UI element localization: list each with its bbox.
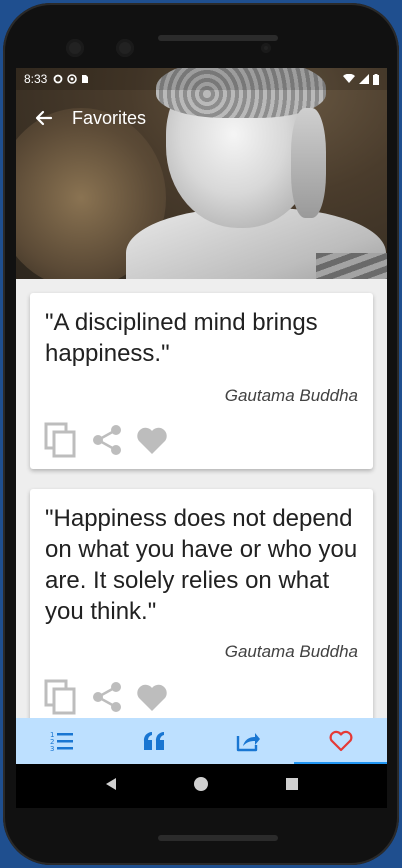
- copy-icon: [44, 422, 76, 458]
- quote-card: "Happiness does not depend on what you h…: [30, 489, 373, 739]
- list-numbered-icon: 1 2 3: [50, 731, 74, 752]
- vpn-icon: [67, 74, 78, 84]
- quote-text: "A disciplined mind brings happiness.": [45, 309, 318, 367]
- bottom-speaker: [158, 835, 278, 841]
- svg-text:3: 3: [50, 745, 54, 752]
- front-camera: [66, 39, 84, 57]
- share-button[interactable]: [92, 681, 122, 713]
- favorite-button[interactable]: [136, 682, 168, 712]
- battery-icon: [373, 73, 379, 85]
- system-icons: [343, 73, 379, 85]
- share-square-icon: [236, 733, 260, 752]
- quote-author: Gautama Buddha: [224, 386, 358, 405]
- heart-icon: [137, 427, 167, 454]
- copy-icon: [44, 679, 76, 715]
- back-button[interactable]: [16, 96, 72, 140]
- quote-author: Gautama Buddha: [224, 642, 358, 661]
- sd-card-icon: [82, 75, 89, 83]
- circle-home-icon: [194, 776, 209, 791]
- square-recents-icon: [286, 777, 299, 790]
- app-screen: 8:33 Favorites "A disciplined mind bring…: [16, 68, 387, 808]
- signal-icon: [359, 74, 369, 84]
- triangle-back-icon: [105, 777, 116, 790]
- front-sensor: [116, 39, 134, 57]
- quote-icon: [144, 731, 165, 750]
- quote-text: "Happiness does not depend on what you h…: [45, 505, 358, 625]
- tab-categories[interactable]: 1 2 3: [16, 718, 109, 764]
- nav-back-button[interactable]: [104, 777, 118, 796]
- share-icon: [93, 425, 121, 455]
- tab-quotes[interactable]: [109, 718, 202, 764]
- tab-favorites[interactable]: [294, 718, 387, 764]
- arrow-back-icon: [35, 110, 53, 126]
- app-toolbar: Favorites: [16, 96, 387, 140]
- bottom-navigation: 1 2 3: [16, 718, 387, 764]
- tab-share[interactable]: [202, 718, 295, 764]
- status-time: 8:33: [24, 72, 48, 86]
- system-navigation-bar: [16, 764, 387, 808]
- favorites-list: "A disciplined mind brings happiness." G…: [16, 279, 387, 739]
- status-bar: 8:33: [16, 68, 387, 90]
- copy-button[interactable]: [44, 679, 78, 715]
- favorite-button[interactable]: [136, 425, 168, 455]
- heart-icon: [137, 684, 167, 711]
- share-button[interactable]: [92, 424, 122, 456]
- notification-icons: [53, 74, 89, 84]
- quote-card: "A disciplined mind brings happiness." G…: [30, 293, 373, 469]
- share-icon: [93, 682, 121, 712]
- earpiece-speaker: [158, 35, 278, 41]
- proximity-sensor: [261, 43, 271, 53]
- nav-recents-button[interactable]: [285, 777, 299, 796]
- page-title: Favorites: [72, 107, 147, 128]
- nav-home-button[interactable]: [193, 776, 209, 797]
- copy-button[interactable]: [44, 422, 78, 458]
- wifi-icon: [343, 74, 355, 83]
- gear-icon: [53, 74, 63, 84]
- heart-outline-icon: [329, 730, 353, 752]
